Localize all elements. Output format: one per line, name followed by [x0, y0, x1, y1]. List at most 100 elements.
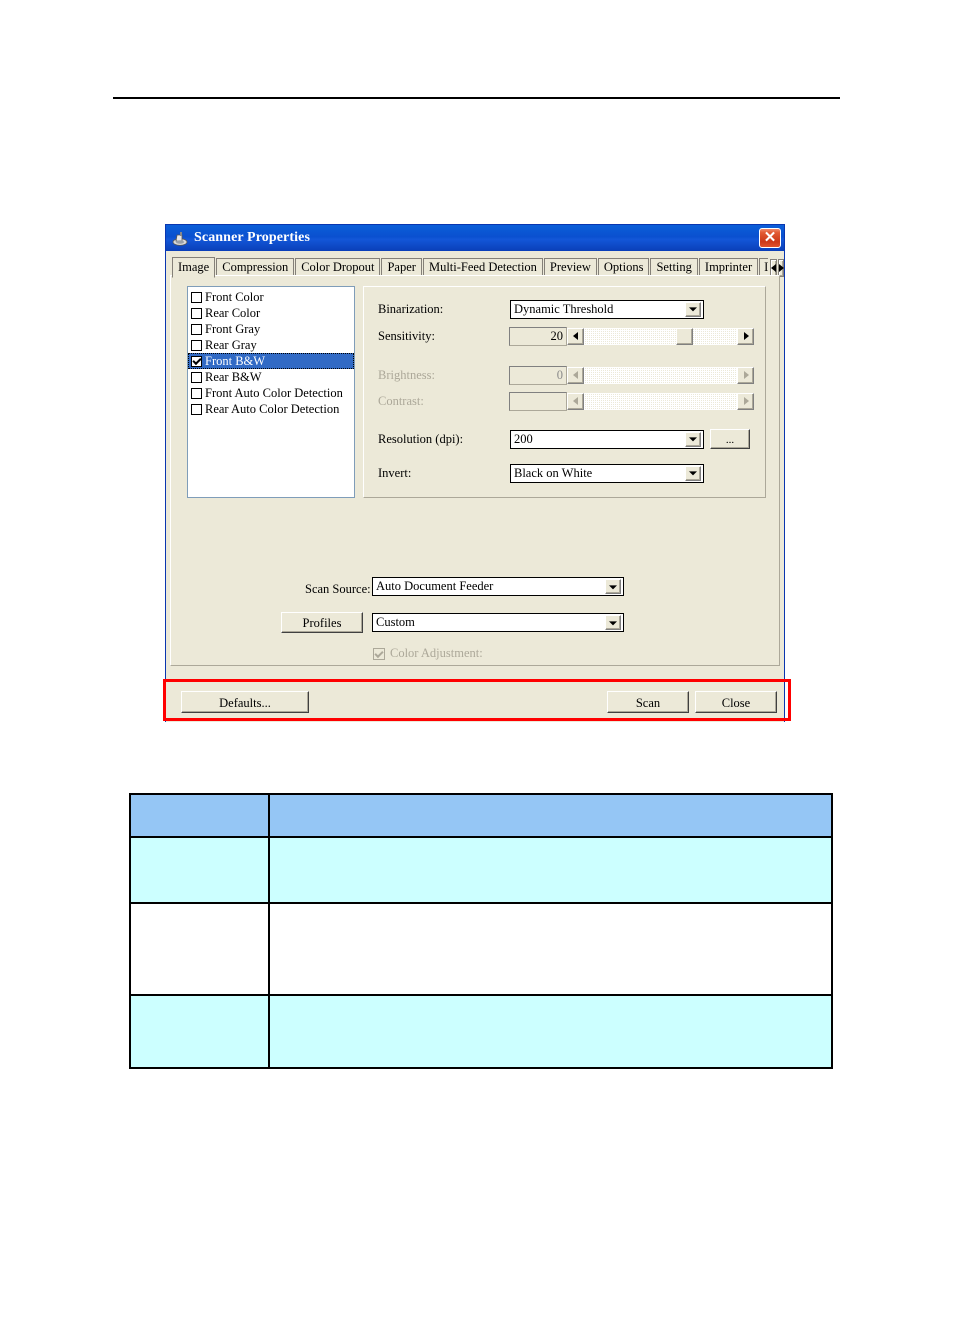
invert-label: Invert:: [378, 465, 412, 480]
chevron-down-icon[interactable]: [685, 431, 701, 447]
table-row: [129, 793, 833, 838]
contrast-slider: [567, 392, 754, 411]
chevron-down-icon[interactable]: [685, 301, 701, 317]
profiles-value: Custom: [376, 615, 415, 629]
slider-decrease-button: [567, 366, 585, 384]
scan-source-select[interactable]: Auto Document Feeder: [372, 577, 624, 596]
info-table: [129, 793, 833, 1069]
image-tab-page: Front Color Rear Color Front Gray Rear G…: [170, 275, 780, 666]
slider-track: [584, 366, 737, 384]
dialog-titlebar: Scanner Properties ✕: [166, 225, 784, 251]
slider-track: [584, 392, 737, 410]
table-cell: [129, 793, 270, 838]
list-item-label: Front Color: [205, 289, 264, 304]
sensitivity-value[interactable]: 20: [509, 326, 568, 346]
scan-button[interactable]: Scan: [607, 691, 689, 713]
list-item-label: Rear Auto Color Detection: [205, 401, 340, 416]
checkbox-front-color[interactable]: [191, 291, 202, 303]
table-row: [129, 836, 833, 904]
contrast-value: [509, 391, 568, 411]
invert-row: Invert: Black on White: [378, 463, 754, 483]
slider-increase-button: [737, 366, 754, 384]
checkbox-color-adjustment: [373, 647, 385, 660]
defaults-button[interactable]: Defaults...: [181, 691, 309, 713]
table-cell: [268, 902, 833, 996]
sensitivity-row: Sensitivity: 20: [378, 326, 754, 346]
table-cell: [129, 836, 270, 904]
list-item-label: Rear B&W: [205, 369, 262, 384]
resolution-value: 200: [514, 431, 533, 446]
table-row: [129, 902, 833, 996]
image-type-list[interactable]: Front Color Rear Color Front Gray Rear G…: [187, 286, 355, 498]
binarization-label: Binarization:: [378, 301, 444, 316]
binarization-value: Dynamic Threshold: [514, 301, 614, 316]
contrast-row: Contrast:: [378, 391, 754, 411]
table-cell: [268, 836, 833, 904]
checkbox-rear-auto-color-detection[interactable]: [191, 403, 202, 415]
binarization-row: Binarization: Dynamic Threshold: [378, 299, 754, 319]
scanner-properties-dialog: Scanner Properties ✕ Image Compression C…: [165, 224, 785, 722]
table-cell: [268, 994, 833, 1069]
color-adjustment-label: Color Adjustment:: [390, 646, 483, 660]
checkbox-front-gray[interactable]: [191, 323, 202, 335]
list-item-label: Front Auto Color Detection: [205, 385, 343, 400]
brightness-slider: [567, 366, 754, 385]
resolution-row: Resolution (dpi): 200 ...: [378, 429, 754, 449]
list-item-front-bw[interactable]: Front B&W: [188, 353, 354, 369]
close-icon[interactable]: ✕: [759, 228, 781, 248]
slider-decrease-button: [567, 392, 585, 410]
chevron-down-icon[interactable]: [605, 615, 621, 630]
profiles-button[interactable]: Profiles: [281, 612, 363, 633]
tab-image[interactable]: Image: [172, 257, 216, 278]
resolution-more-button[interactable]: ...: [710, 429, 750, 449]
slider-track[interactable]: [584, 327, 737, 345]
color-adjustment-row: Color Adjustment:: [373, 646, 483, 661]
sensitivity-slider[interactable]: [567, 327, 754, 346]
scan-source-label: Scan Source:: [305, 582, 371, 596]
list-item-label: Rear Gray: [205, 337, 257, 352]
slider-increase-button: [737, 392, 754, 410]
page-header-rule: [113, 97, 840, 99]
brightness-label: Brightness:: [378, 367, 435, 382]
checkbox-rear-bw[interactable]: [191, 371, 202, 383]
dialog-button-bar: Defaults... Scan Close: [166, 680, 784, 722]
invert-value: Black on White: [514, 465, 593, 480]
table-cell: [268, 793, 833, 838]
list-item-label: Front Gray: [205, 321, 261, 336]
slider-thumb[interactable]: [675, 327, 693, 345]
table-cell: [129, 902, 270, 996]
table-cell: [129, 994, 270, 1069]
invert-select[interactable]: Black on White: [510, 463, 704, 483]
slider-increase-button[interactable]: [737, 327, 754, 345]
brightness-row: Brightness: 0: [378, 365, 754, 385]
chevron-down-icon[interactable]: [685, 465, 701, 481]
scan-source-value: Auto Document Feeder: [376, 579, 494, 593]
scanner-icon: [171, 229, 189, 247]
dialog-title: Scanner Properties: [194, 230, 310, 245]
checkbox-rear-color[interactable]: [191, 307, 202, 319]
resolution-select[interactable]: 200: [510, 429, 704, 449]
image-settings-group: Binarization: Dynamic Threshold Sensitiv…: [363, 286, 766, 498]
list-item-front-gray[interactable]: Front Gray: [188, 321, 354, 337]
list-item-label: Front B&W: [205, 353, 266, 368]
close-button[interactable]: Close: [695, 691, 777, 713]
checkbox-rear-gray[interactable]: [191, 339, 202, 351]
list-item-label: Rear Color: [205, 305, 261, 320]
list-item-rear-bw[interactable]: Rear B&W: [188, 369, 354, 385]
checkbox-front-bw[interactable]: [191, 355, 202, 367]
list-item-rear-gray[interactable]: Rear Gray: [188, 337, 354, 353]
list-item-rear-auto-color-detection[interactable]: Rear Auto Color Detection: [188, 401, 354, 417]
checkbox-front-auto-color-detection[interactable]: [191, 387, 202, 399]
slider-decrease-button[interactable]: [567, 327, 585, 345]
profiles-select[interactable]: Custom: [372, 613, 624, 632]
list-item-rear-color[interactable]: Rear Color: [188, 305, 354, 321]
tab-strip: Image Compression Color Dropout Paper Mu…: [166, 251, 784, 278]
list-item-front-auto-color-detection[interactable]: Front Auto Color Detection: [188, 385, 354, 401]
binarization-select[interactable]: Dynamic Threshold: [510, 299, 704, 319]
resolution-label: Resolution (dpi):: [378, 431, 464, 446]
table-row: [129, 994, 833, 1069]
brightness-value: 0: [509, 365, 568, 385]
sensitivity-label: Sensitivity:: [378, 328, 435, 343]
chevron-down-icon[interactable]: [605, 579, 621, 594]
list-item-front-color[interactable]: Front Color: [188, 289, 354, 305]
